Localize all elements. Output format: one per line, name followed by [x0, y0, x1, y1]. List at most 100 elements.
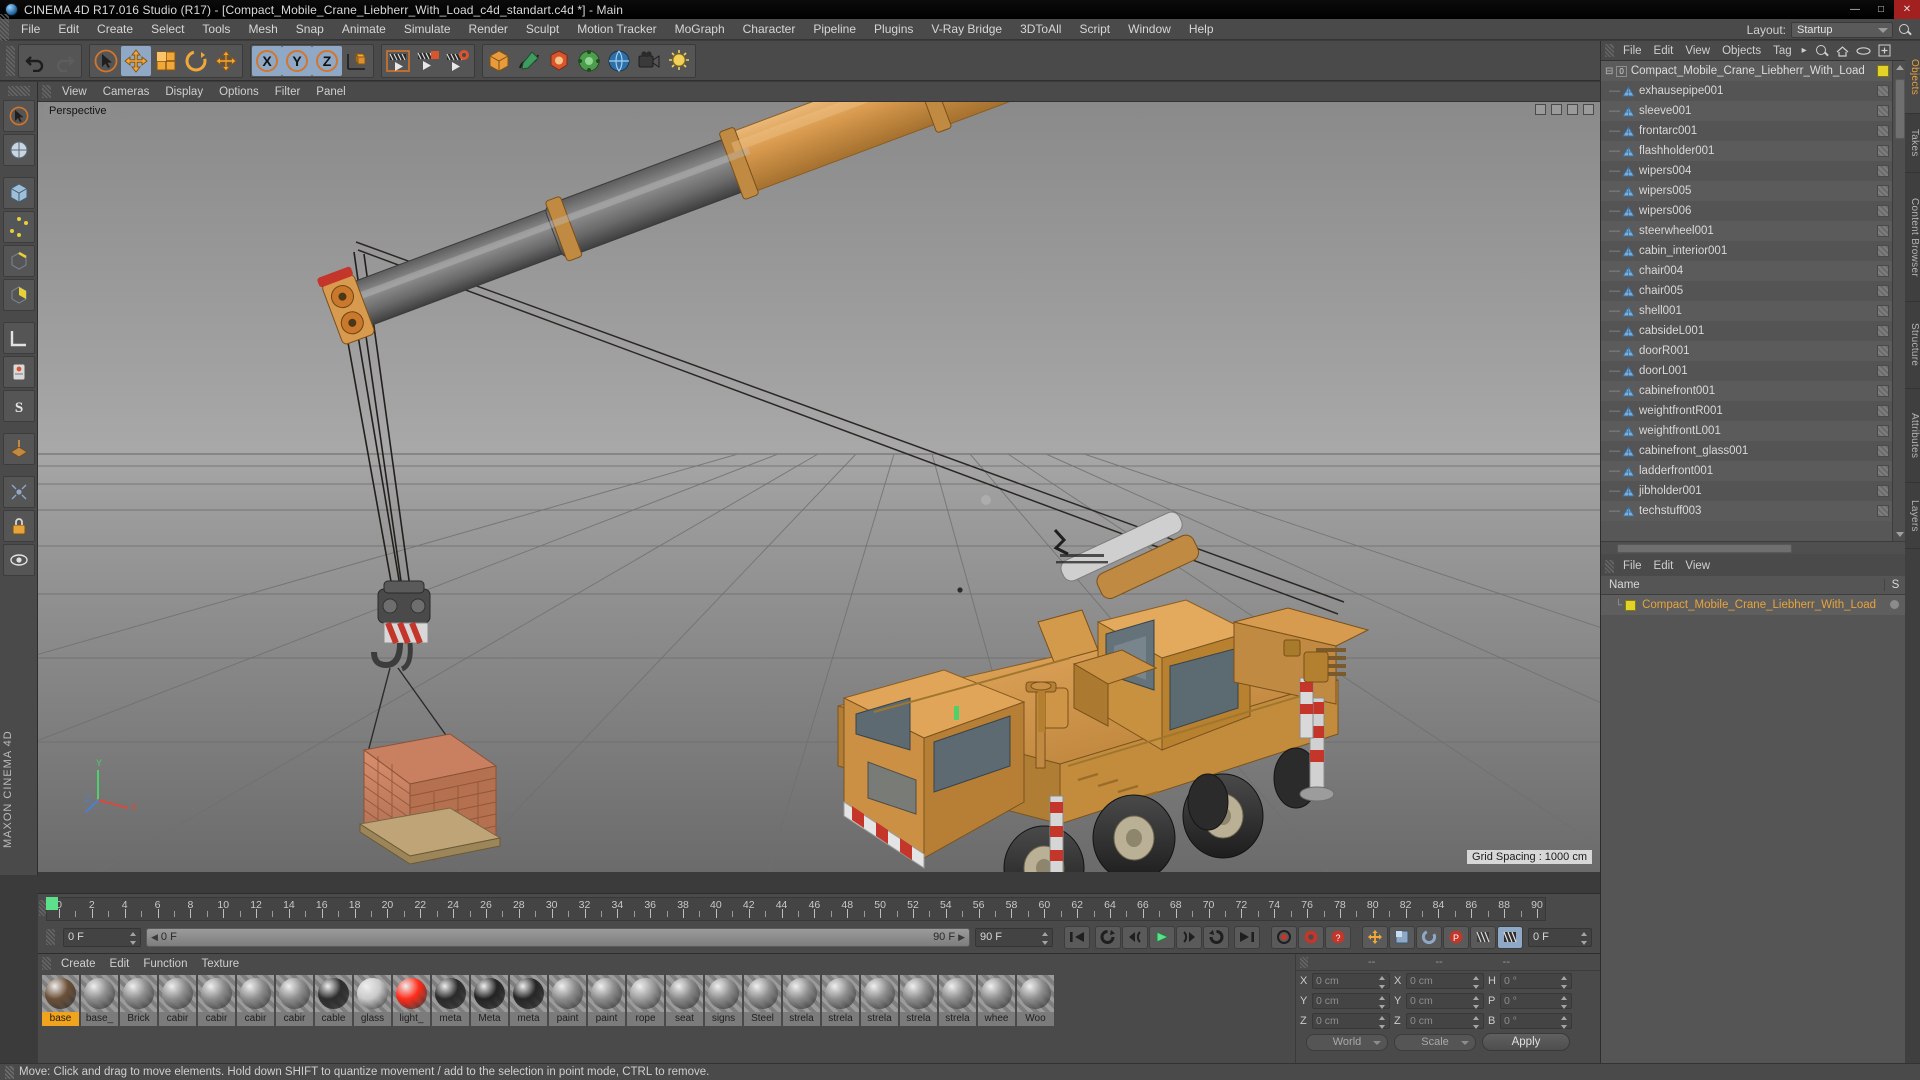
- end-frame-field[interactable]: 90 F: [975, 927, 1053, 947]
- material-swatch[interactable]: strela: [939, 975, 976, 1026]
- material-manager-grip[interactable]: [42, 957, 51, 970]
- stepper-icon[interactable]: [1561, 1016, 1568, 1029]
- object-row[interactable]: — chair004: [1601, 261, 1892, 281]
- vtab-layers[interactable]: Layers: [1905, 483, 1920, 549]
- material-swatch[interactable]: Woo: [1017, 975, 1054, 1026]
- menu-character[interactable]: Character: [734, 19, 805, 40]
- polygon-mode-icon[interactable]: [2, 279, 35, 311]
- camera-icon[interactable]: [634, 46, 664, 76]
- maximize-button[interactable]: □: [1868, 0, 1894, 19]
- material-swatch[interactable]: cabir: [159, 975, 196, 1026]
- autokey-icon[interactable]: [1298, 925, 1324, 949]
- object-row[interactable]: — cabin_interior001: [1601, 241, 1892, 261]
- object-row[interactable]: — steerwheel001: [1601, 221, 1892, 241]
- scroll-thumb[interactable]: [1895, 79, 1905, 139]
- object-manager-menu-tag[interactable]: Tag: [1767, 45, 1798, 57]
- object-row[interactable]: — weightfrontL001: [1601, 421, 1892, 441]
- material-swatch[interactable]: base: [42, 975, 79, 1026]
- edge-mode-icon[interactable]: [2, 245, 35, 277]
- menu-select[interactable]: Select: [142, 19, 193, 40]
- position-key-icon[interactable]: [1362, 925, 1388, 949]
- model-mode-icon[interactable]: [2, 322, 35, 354]
- material-swatch[interactable]: Brick: [120, 975, 157, 1026]
- viewport-panel-quad-icon[interactable]: [1567, 104, 1578, 115]
- material-swatch[interactable]: rope: [627, 975, 664, 1026]
- menu-file[interactable]: File: [12, 19, 49, 40]
- object-tag-icon[interactable]: [1877, 225, 1889, 237]
- material-menu-texture[interactable]: Texture: [194, 958, 246, 970]
- search-icon[interactable]: [1898, 23, 1912, 37]
- viewport-menu-filter[interactable]: Filter: [267, 82, 309, 102]
- apply-button[interactable]: Apply: [1482, 1033, 1570, 1051]
- object-row[interactable]: — doorL001: [1601, 361, 1892, 381]
- visibility-icon[interactable]: [2, 544, 35, 576]
- timeline-row-grip[interactable]: [46, 929, 55, 945]
- stepper-icon[interactable]: [1379, 996, 1386, 1009]
- menu-script[interactable]: Script: [1070, 19, 1119, 40]
- range-left-arrow-icon[interactable]: ◀: [151, 932, 158, 943]
- menu-3dtoall[interactable]: 3DToAll: [1011, 19, 1070, 40]
- object-tag-icon[interactable]: [1877, 245, 1889, 257]
- vtab-takes[interactable]: Takes: [1905, 114, 1920, 173]
- coord-position-field[interactable]: 0 cm: [1312, 1013, 1390, 1029]
- coordinate-system-dropdown[interactable]: World: [1306, 1033, 1388, 1051]
- leftbar-grip[interactable]: [7, 86, 30, 96]
- coord-position-field[interactable]: 0 cm: [1312, 973, 1390, 989]
- rotate-icon[interactable]: [181, 46, 211, 76]
- object-manager-menu-edit[interactable]: Edit: [1648, 45, 1680, 57]
- go-to-start-icon[interactable]: [1064, 925, 1090, 949]
- menu-help[interactable]: Help: [1180, 19, 1223, 40]
- material-menu-create[interactable]: Create: [54, 958, 103, 970]
- menu-snap[interactable]: Snap: [287, 19, 333, 40]
- uv-tool-icon[interactable]: [2, 134, 35, 166]
- menu-simulate[interactable]: Simulate: [395, 19, 460, 40]
- deformer-icon[interactable]: [574, 46, 604, 76]
- vtab-content-browser[interactable]: Content Browser: [1905, 173, 1920, 302]
- object-row-root[interactable]: ⊟ 0 Compact_Mobile_Crane_Liebherr_With_Loa…: [1601, 61, 1892, 81]
- object-row[interactable]: — weightfrontR001: [1601, 401, 1892, 421]
- parameter-key-icon[interactable]: P: [1443, 925, 1469, 949]
- menu-v-ray-bridge[interactable]: V-Ray Bridge: [922, 19, 1011, 40]
- object-tag-icon[interactable]: [1877, 305, 1889, 317]
- object-row[interactable]: — doorR001: [1601, 341, 1892, 361]
- coord-size-field[interactable]: 0 cm: [1406, 993, 1484, 1009]
- material-menu-edit[interactable]: Edit: [103, 958, 137, 970]
- material-swatch[interactable]: cabir: [237, 975, 274, 1026]
- object-tag-icon[interactable]: [1877, 345, 1889, 357]
- axis-y-icon[interactable]: Y: [282, 45, 312, 76]
- viewport-view-buttons[interactable]: [1535, 104, 1594, 115]
- stepper-icon[interactable]: [1379, 976, 1386, 989]
- object-tag-icon[interactable]: [1877, 165, 1889, 177]
- play-icon[interactable]: [1149, 925, 1175, 949]
- undo-icon[interactable]: [20, 46, 50, 76]
- menu-animate[interactable]: Animate: [333, 19, 395, 40]
- menu-mograph[interactable]: MoGraph: [666, 19, 734, 40]
- object-row[interactable]: — jibholder001: [1601, 481, 1892, 501]
- stepper-icon[interactable]: [1042, 931, 1049, 945]
- layer-manager-grip[interactable]: [1605, 559, 1614, 573]
- point-level-key-icon[interactable]: [1470, 925, 1496, 949]
- coordinates-grip[interactable]: [1300, 956, 1308, 968]
- toolbar-grip[interactable]: [6, 45, 15, 76]
- material-swatch[interactable]: base_: [81, 975, 118, 1026]
- material-swatch[interactable]: cabir: [198, 975, 235, 1026]
- material-swatch[interactable]: signs: [705, 975, 742, 1026]
- object-row[interactable]: — wipers006: [1601, 201, 1892, 221]
- object-tag-icon[interactable]: [1877, 365, 1889, 377]
- right-frame-field[interactable]: 0 F: [1528, 927, 1592, 947]
- stepper-icon[interactable]: [1473, 1016, 1480, 1029]
- statusbar-grip[interactable]: [5, 1065, 14, 1079]
- step-back-icon[interactable]: [1122, 925, 1148, 949]
- coord-position-field[interactable]: 0 cm: [1312, 993, 1390, 1009]
- material-swatch[interactable]: glass: [354, 975, 391, 1026]
- stepper-icon[interactable]: [1561, 976, 1568, 989]
- range-right-arrow-icon[interactable]: ▶: [958, 932, 965, 943]
- record-keyframe-icon[interactable]: [1271, 925, 1297, 949]
- stepper-icon[interactable]: [130, 931, 137, 945]
- render-region-icon[interactable]: [413, 46, 443, 76]
- layer-solo-toggle[interactable]: [1890, 600, 1899, 609]
- viewport-grip[interactable]: [42, 85, 51, 98]
- object-row[interactable]: — shell001: [1601, 301, 1892, 321]
- redo-icon[interactable]: [50, 46, 80, 76]
- lock-icon[interactable]: [2, 510, 35, 542]
